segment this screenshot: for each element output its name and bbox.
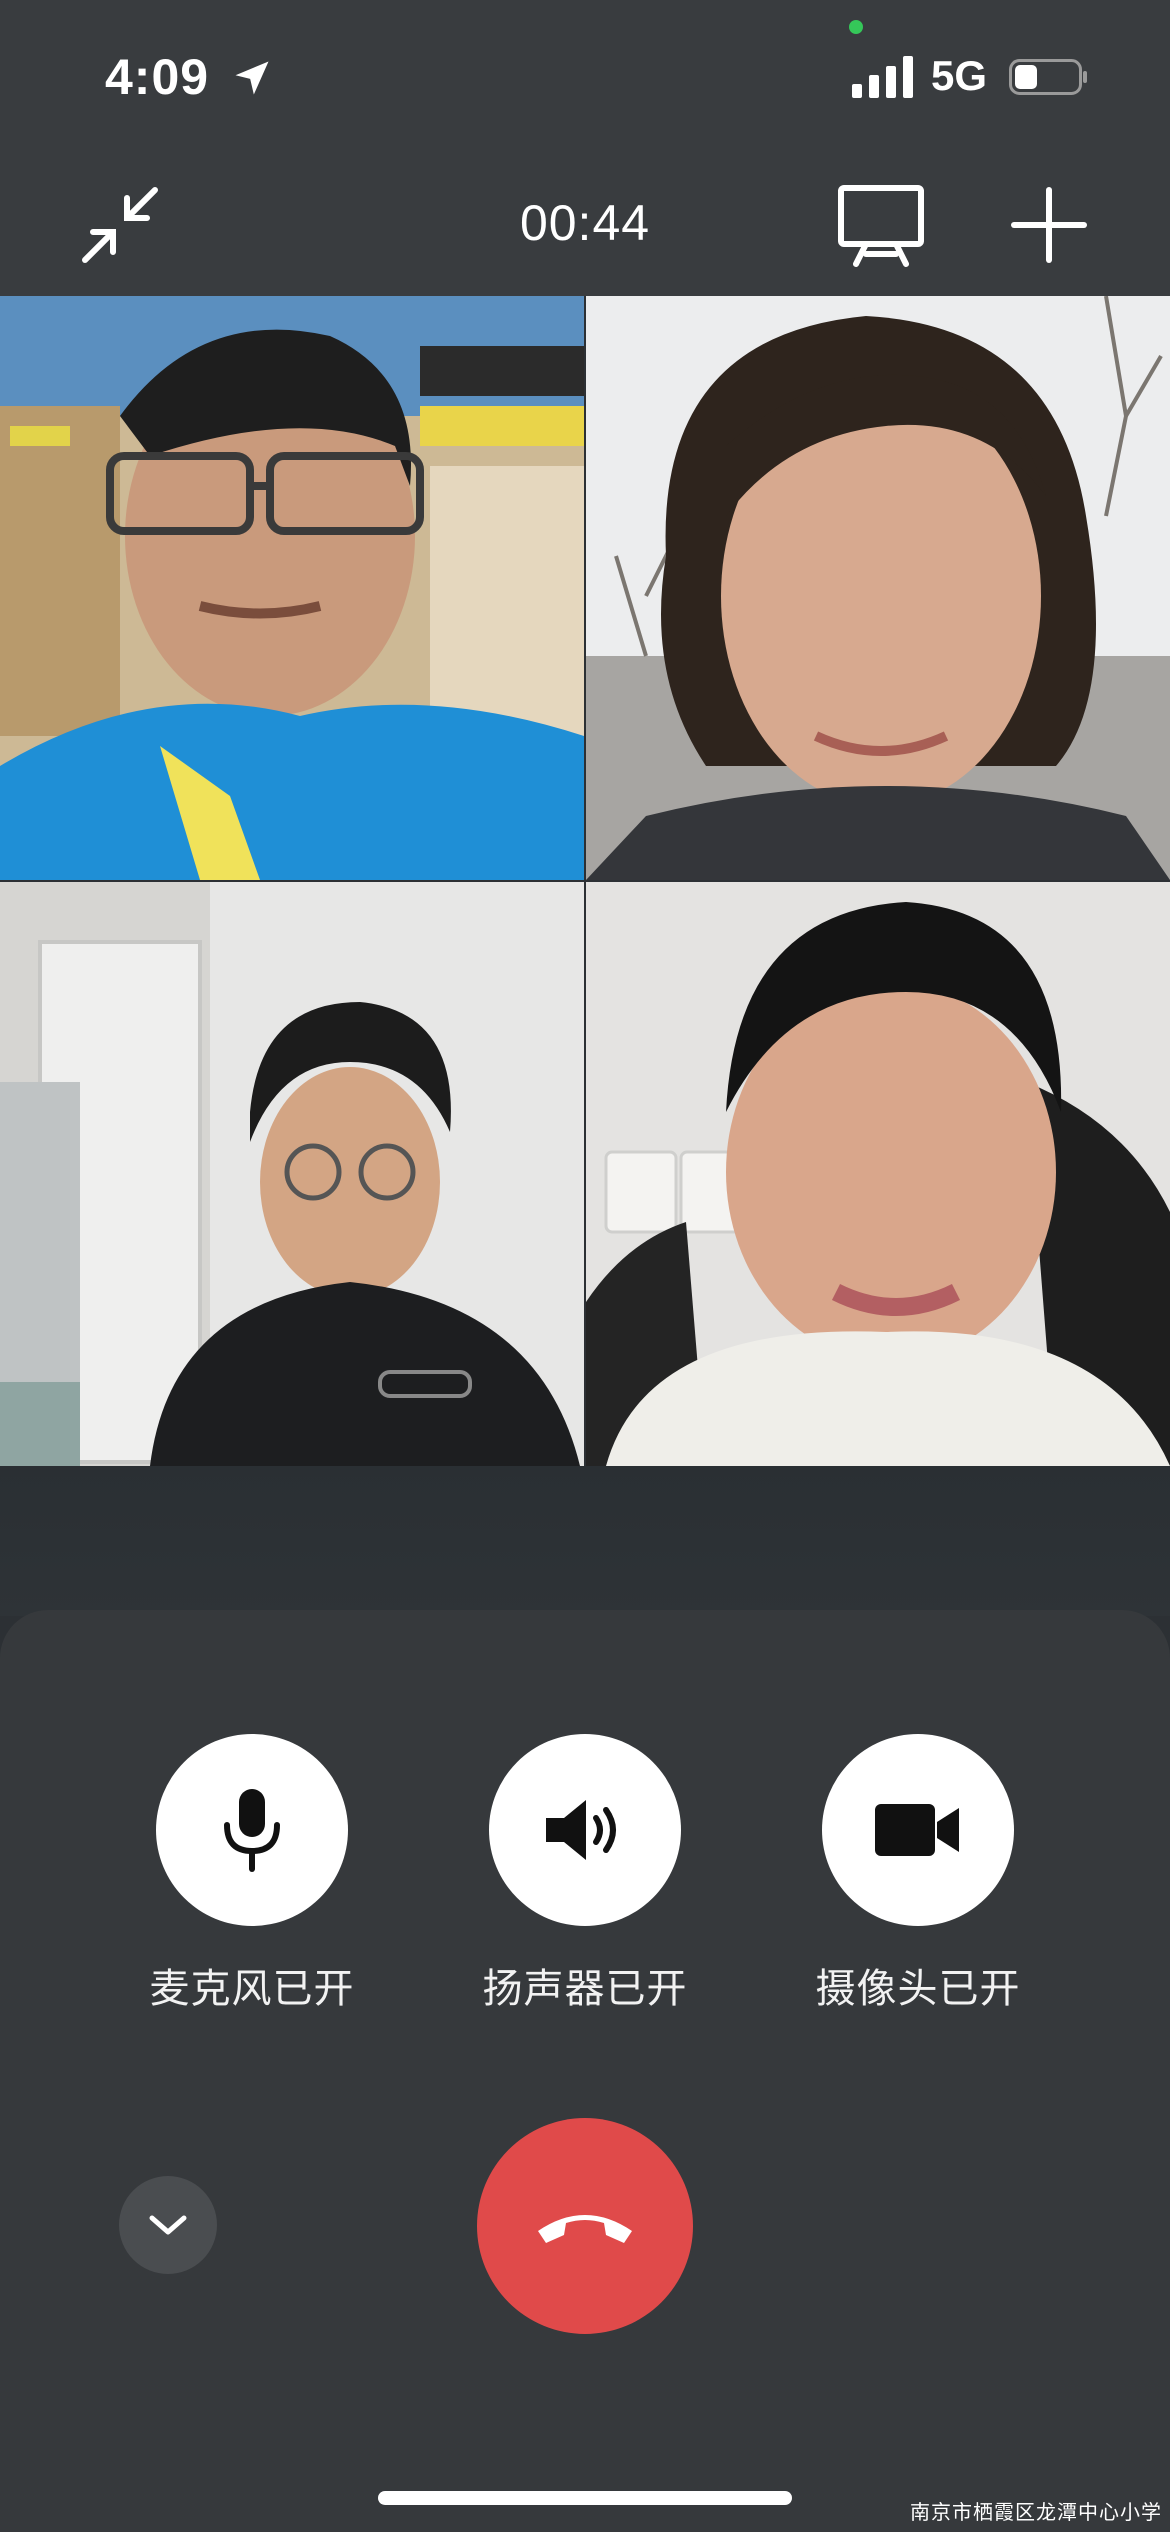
status-bar: 4:09 5G bbox=[0, 0, 1170, 150]
video-camera-icon bbox=[875, 1804, 959, 1856]
speaker-toggle[interactable]: 扬声器已开 bbox=[455, 1734, 715, 2014]
microphone-label: 麦克风已开 bbox=[149, 1967, 355, 2011]
battery-icon bbox=[1009, 59, 1087, 95]
microphone-button[interactable] bbox=[156, 1734, 348, 1926]
speaker-icon bbox=[546, 1800, 616, 1860]
hang-up-phone-icon bbox=[538, 2215, 632, 2243]
screen-share-icon[interactable] bbox=[836, 180, 926, 270]
network-type: 5G bbox=[931, 52, 988, 99]
location-arrow-icon bbox=[235, 61, 269, 95]
call-control-panel: 麦克风已开 扬声器已开 摄像头已开 bbox=[0, 1610, 1170, 2532]
microphone-toggle[interactable]: 麦克风已开 bbox=[122, 1734, 382, 2014]
participant-video-3[interactable] bbox=[0, 882, 584, 1466]
watermark-text: 南京市栖霞区龙潭中心小学 bbox=[910, 2500, 1162, 2524]
participant-video-2[interactable] bbox=[586, 296, 1170, 880]
participant-video-4[interactable] bbox=[586, 882, 1170, 1466]
plus-icon[interactable] bbox=[1004, 180, 1094, 270]
hang-up-button[interactable] bbox=[477, 2118, 693, 2334]
call-timer: 00:44 bbox=[519, 195, 651, 251]
camera-button[interactable] bbox=[822, 1734, 1014, 1926]
camera-toggle[interactable]: 摄像头已开 bbox=[788, 1734, 1048, 2014]
signal-bars-icon bbox=[852, 56, 913, 98]
speaker-button[interactable] bbox=[489, 1734, 681, 1926]
collapse-panel-button[interactable] bbox=[119, 2176, 217, 2274]
home-indicator[interactable] bbox=[378, 2491, 792, 2505]
call-toolbar: 00:44 bbox=[0, 170, 1170, 280]
status-time: 4:09 bbox=[105, 49, 210, 105]
camera-label: 摄像头已开 bbox=[815, 1967, 1021, 2011]
chevron-down-icon bbox=[149, 2215, 187, 2235]
participant-video-1[interactable] bbox=[0, 296, 584, 880]
video-grid bbox=[0, 296, 1170, 1466]
background-gap bbox=[0, 1466, 1170, 1616]
speaker-label: 扬声器已开 bbox=[482, 1967, 688, 2011]
microphone-icon bbox=[224, 1789, 280, 1872]
camera-in-use-indicator bbox=[849, 20, 863, 34]
